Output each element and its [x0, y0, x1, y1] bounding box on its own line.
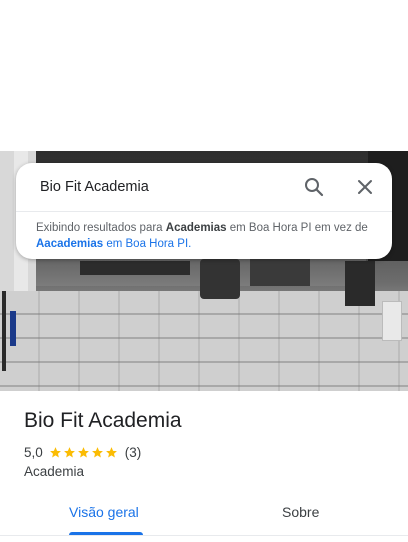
star-icon: [77, 446, 89, 457]
star-icon: [91, 446, 103, 457]
notice-showing-suffix: em Boa Hora PI em: [229, 222, 331, 234]
review-count[interactable]: (3): [125, 445, 142, 460]
place-tabs: Visão geral Sobre: [0, 496, 408, 542]
tab-overview[interactable]: Visão geral: [69, 504, 139, 520]
photo-gym-machine: [250, 256, 310, 286]
photo-gym-machine: [80, 261, 190, 275]
tabs-divider: [0, 535, 408, 536]
search-card: Exibindo resultados para Academias em Bo…: [16, 163, 392, 259]
star-icon: [49, 446, 61, 457]
search-input[interactable]: [40, 177, 290, 197]
search-correction-notice: Exibindo resultados para Academias em Bo…: [36, 220, 376, 252]
notice-instead-suffix: em Boa Hora PI.: [106, 238, 192, 250]
rating-value: 5,0: [24, 444, 43, 460]
photo-bench: [382, 301, 402, 341]
photo-strap: [10, 311, 16, 346]
notice-showing-term: Academias: [165, 222, 227, 234]
notice-instead-term: Aacademias: [36, 238, 104, 250]
star-icon: [105, 446, 117, 457]
rating-row: 5,0 (3): [24, 443, 141, 461]
place-category[interactable]: Academia: [24, 464, 84, 479]
search-divider: [16, 211, 392, 212]
star-rating: [49, 446, 119, 459]
photo-gym-machine: [200, 259, 240, 299]
photo-post: [2, 291, 6, 371]
place-name: Bio Fit Academia: [24, 409, 182, 432]
top-blank-area: [0, 0, 408, 151]
close-icon[interactable]: [353, 175, 377, 199]
notice-showing-prefix: Exibindo resultados para: [36, 222, 163, 234]
notice-instead-prefix: vez de: [333, 222, 368, 234]
search-icon[interactable]: [302, 175, 326, 199]
tab-about[interactable]: Sobre: [282, 504, 319, 520]
star-icon: [63, 446, 75, 457]
photo-gym-machine: [345, 261, 375, 306]
search-instead-link[interactable]: Aacademias em Boa Hora PI.: [36, 238, 191, 250]
search-row: [16, 163, 392, 211]
photo-floor-lines: [0, 291, 408, 391]
